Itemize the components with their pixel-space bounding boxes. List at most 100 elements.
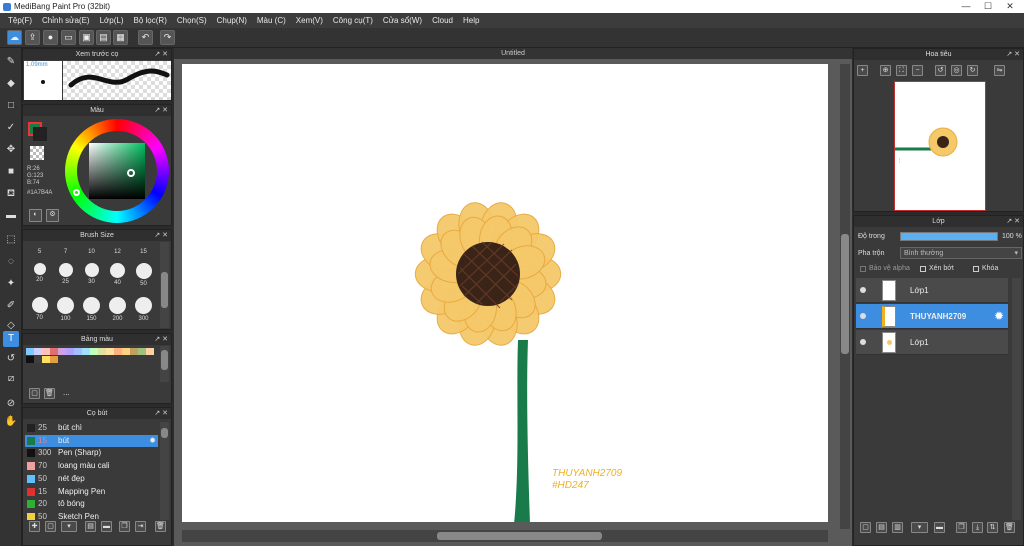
visibility-eye-icon[interactable] [860, 313, 866, 319]
secondary-color-swatch[interactable] [33, 127, 47, 141]
drawing-canvas[interactable]: THUYANH2709 #HD247 [182, 64, 828, 522]
blend-mode-select[interactable]: Bình thường ▾ [900, 247, 1022, 259]
select-tool-icon[interactable]: ⬚ [3, 232, 19, 248]
gradient-tool-icon[interactable]: ▬ [3, 208, 19, 224]
panel-controls[interactable]: ↗ ✕ [154, 49, 168, 60]
menu-item[interactable]: Chụp(N) [212, 13, 252, 28]
select-pen-tool-icon[interactable]: ✐ [3, 298, 19, 314]
brush-item[interactable]: 15 Mapping Pen [25, 486, 158, 498]
minimize-button[interactable]: — [954, 0, 978, 13]
comment-icon[interactable]: ▭ [61, 30, 76, 45]
correction-tool-icon[interactable]: ✓ [3, 120, 19, 136]
saturation-value-square[interactable] [89, 143, 145, 199]
new-layer-icon[interactable]: ▢ [860, 522, 871, 533]
brush-settings-icon[interactable]: ✹ [149, 435, 156, 447]
layer-row[interactable]: THUYANH2709 ✹ [856, 304, 1008, 329]
palette-swatch[interactable] [34, 356, 42, 363]
redo-icon[interactable]: ↷ [160, 30, 175, 45]
menu-item[interactable]: Chỉnh sửa(E) [37, 13, 95, 28]
rotate-left-icon[interactable]: ↺ [935, 65, 946, 76]
eraser-tool-icon[interactable]: ◆ [3, 76, 19, 92]
canvas-vertical-scrollbar[interactable] [840, 64, 850, 529]
hand-tool-icon[interactable]: ✋ [3, 414, 19, 430]
brush-size-option[interactable]: 150 [79, 297, 104, 323]
brush-delete-icon[interactable]: 🗑 [155, 521, 166, 532]
brush-size-option[interactable]: 70 [27, 297, 52, 323]
transparent-color-swatch[interactable] [30, 146, 44, 160]
merge-layer-icon[interactable]: ⤓ [972, 522, 983, 533]
palette-swatch[interactable] [26, 348, 34, 355]
palette-swatch[interactable] [82, 348, 90, 355]
flip-icon[interactable]: ⇋ [994, 65, 1005, 76]
grid-icon[interactable]: ▦ [113, 30, 128, 45]
brush-new-icon[interactable]: ▢ [45, 521, 56, 532]
palette-swatch[interactable] [50, 348, 58, 355]
lasso-tool-icon[interactable]: ◌ [3, 254, 19, 270]
zoom-fit-icon[interactable]: ⊕ [880, 65, 891, 76]
hue-cursor[interactable] [73, 189, 80, 196]
brush-tool-icon[interactable]: ✎ [3, 54, 19, 70]
duplicate-layer-icon[interactable]: ❐ [956, 522, 967, 533]
maximize-button[interactable]: ☐ [976, 0, 1000, 13]
menu-item[interactable]: Lớp(L) [95, 13, 129, 28]
canvas-horizontal-scrollbar[interactable] [182, 530, 828, 542]
operation-tool-icon[interactable]: ↺ [3, 351, 19, 367]
export-icon[interactable]: ⇪ [25, 30, 40, 45]
palette-swatch[interactable] [50, 356, 58, 363]
menu-item[interactable]: Cloud [427, 13, 458, 28]
brush-item[interactable]: 15 bút ✹ [25, 434, 158, 447]
zoom-out-icon[interactable]: − [912, 65, 923, 76]
eyedropper-tool-icon[interactable]: ⊘ [3, 396, 19, 412]
brush-item[interactable]: 25 bút chì [25, 422, 158, 434]
brush-size-option[interactable]: 20 [27, 263, 52, 289]
brush-item[interactable]: 50 nét đẹp [25, 473, 158, 485]
opacity-slider[interactable] [900, 232, 998, 241]
cloud-icon[interactable]: ☁ [7, 30, 22, 45]
layer-move-icon[interactable]: ⇅ [987, 522, 998, 533]
color-mode-icon[interactable]: ◐ [29, 209, 42, 222]
move-tool-icon[interactable]: ✥ [3, 142, 19, 158]
panel-controls[interactable]: ↗ ✕ [154, 408, 168, 419]
palette-swatch[interactable] [122, 348, 130, 355]
delete-layer-icon[interactable]: 🗑 [1004, 522, 1015, 533]
brush-size-option[interactable]: 30 [79, 263, 104, 289]
menu-item[interactable]: Cửa sổ(W) [378, 13, 427, 28]
save-as-icon[interactable]: ▤ [96, 30, 111, 45]
menu-item[interactable]: Xem(V) [291, 13, 328, 28]
zoom-in-icon[interactable]: + [857, 65, 868, 76]
brush-add-icon[interactable]: ✚ [29, 521, 40, 532]
hue-wheel[interactable] [65, 119, 169, 223]
panel-controls[interactable]: ↗ ✕ [1006, 49, 1020, 60]
brush-size-option[interactable]: 25 [53, 263, 78, 289]
palette-more[interactable]: ... [63, 388, 70, 397]
brush-item[interactable]: 70 loang màu cali [25, 460, 158, 472]
brush-list-scrollbar[interactable] [160, 422, 169, 520]
palette-swatch[interactable] [74, 348, 82, 355]
magic-wand-tool-icon[interactable]: ✦ [3, 276, 19, 292]
text-tool-icon[interactable]: T [3, 331, 19, 347]
layer-scrollbar[interactable] [1012, 278, 1021, 520]
save-icon[interactable]: ▣ [79, 30, 94, 45]
layer-row[interactable]: Lớp1 [856, 278, 1008, 303]
palette-swatch[interactable] [114, 348, 122, 355]
brush-copy-icon[interactable]: ▾ [61, 521, 77, 532]
layer-folder-icon[interactable]: ▬ [934, 522, 945, 533]
shape-fill-tool-icon[interactable]: ■ [3, 164, 19, 180]
visibility-eye-icon[interactable] [860, 287, 866, 293]
delete-color-icon[interactable]: 🗑 [44, 388, 55, 399]
color-settings-icon[interactable]: ⚙ [46, 209, 59, 222]
panel-controls[interactable]: ↗ ✕ [154, 230, 168, 241]
palette-swatch[interactable] [42, 356, 50, 363]
palette-swatch[interactable] [130, 348, 138, 355]
menu-item[interactable]: Tệp(F) [3, 13, 37, 28]
palette-swatch[interactable] [34, 348, 42, 355]
palette-swatch[interactable] [90, 348, 98, 355]
menu-item[interactable]: Bộ lọc(R) [129, 13, 172, 28]
menu-item[interactable]: Công cụ(T) [328, 13, 378, 28]
brush-size-option[interactable]: 50 [131, 263, 156, 289]
dot-tool-icon[interactable]: □ [3, 98, 19, 114]
undo-icon[interactable]: ↶ [138, 30, 153, 45]
protect-alpha-checkbox[interactable] [860, 266, 866, 272]
fit-window-icon[interactable]: ⛶ [896, 65, 907, 76]
palette-swatch[interactable] [138, 348, 146, 355]
